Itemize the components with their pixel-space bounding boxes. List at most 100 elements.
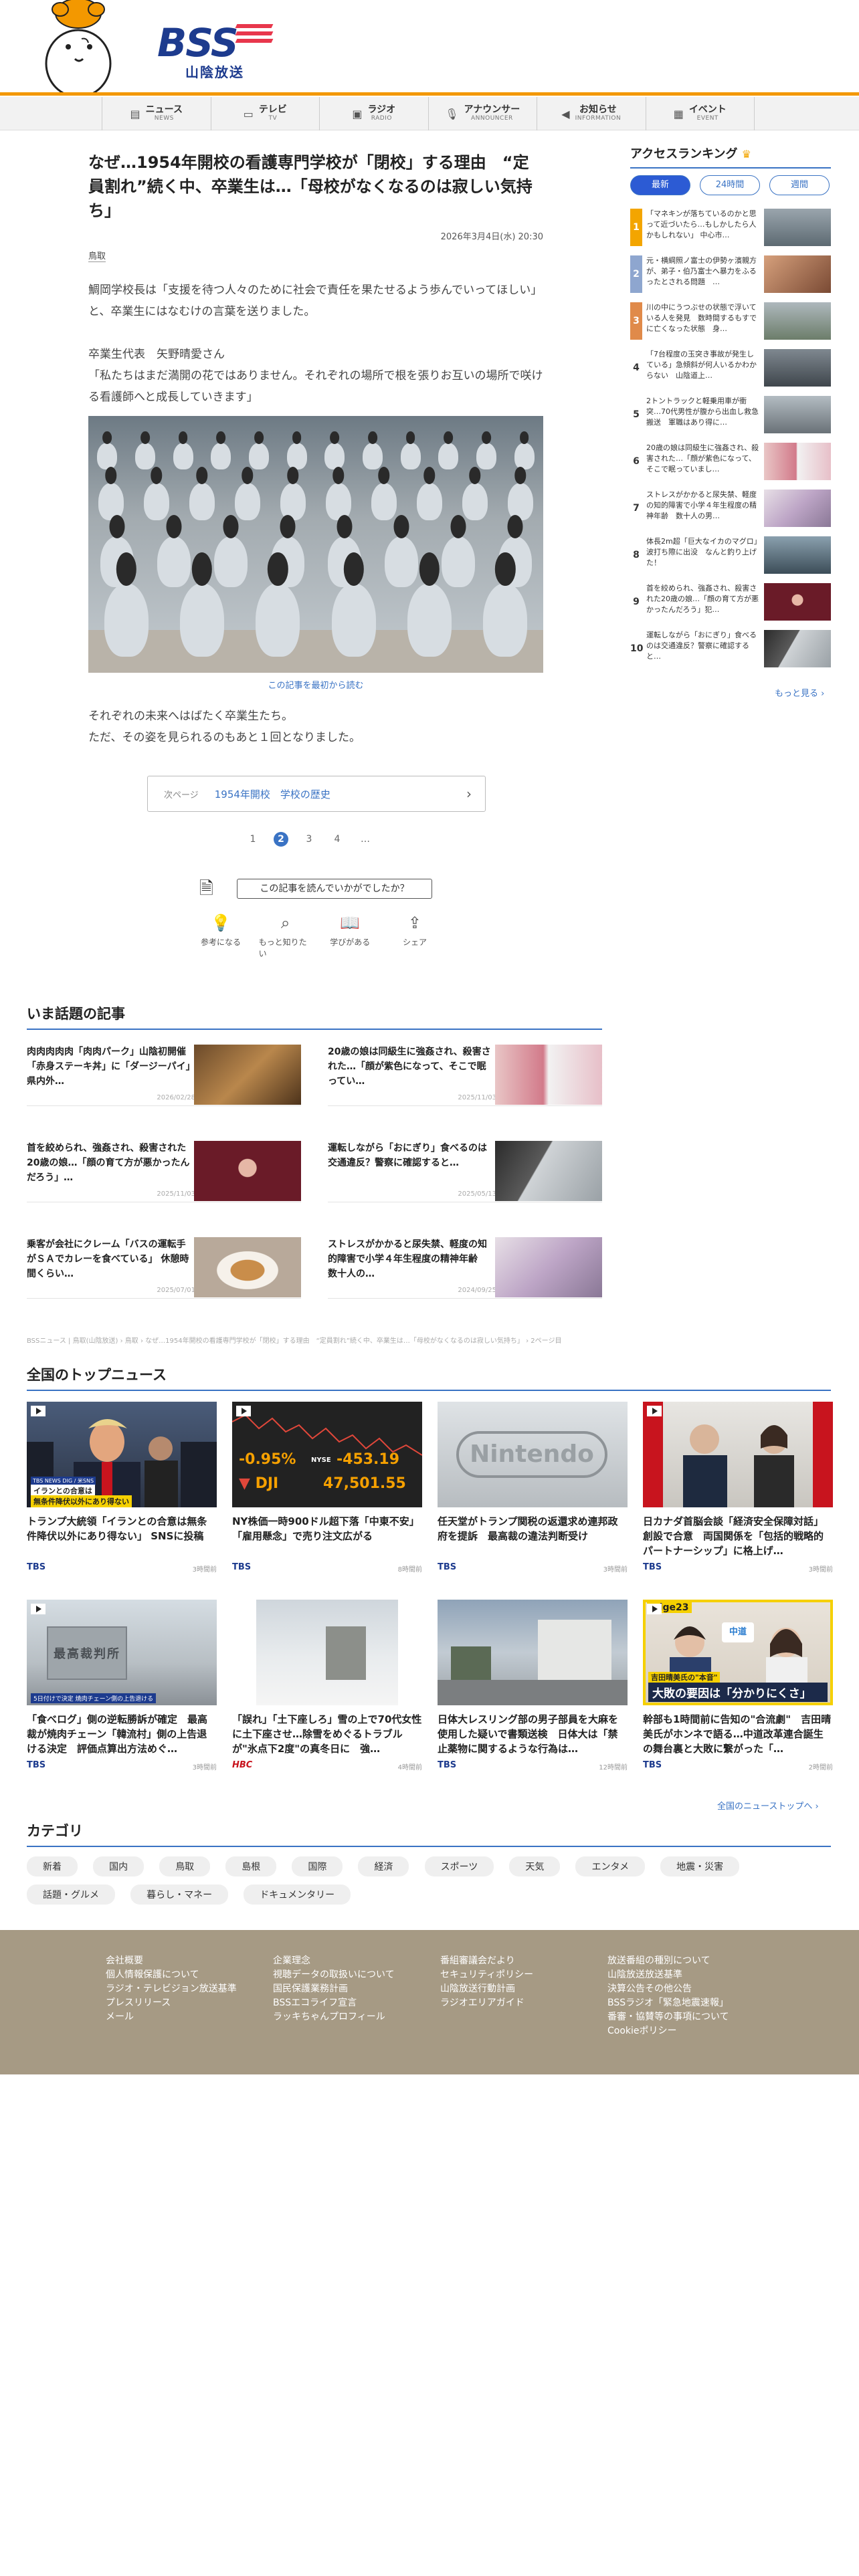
national-news-more-link[interactable]: 全国のニューストップへ › xyxy=(717,1799,819,1812)
ranking-item[interactable]: 3 川の中にうつぶせの状態で浮いている人を発見 数時間するもすでに亡くなった状態 … xyxy=(630,302,831,344)
category-chip[interactable]: 鳥取 xyxy=(159,1856,211,1876)
share-button[interactable]: ⇪ シェア xyxy=(388,914,442,959)
nav-item-news[interactable]: ▤ ニュース NEWS xyxy=(102,97,211,130)
footer-link[interactable]: Cookieポリシー xyxy=(607,2024,729,2038)
page-link-current[interactable]: 2 xyxy=(274,832,288,847)
national-news-heading: 全国のトップニュース xyxy=(27,1364,831,1391)
ranking-item[interactable]: 2 元・横綱照ノ富士の伊勢ヶ濱親方が、弟子・伯乃富士へ暴力をふるったとされる問題 … xyxy=(630,255,831,297)
document-check-icon: 🗎 xyxy=(199,879,213,899)
category-chip[interactable]: 島根 xyxy=(225,1856,277,1876)
page-link[interactable]: 3 xyxy=(302,832,316,847)
trending-item[interactable]: 肉肉肉肉肉「肉肉パーク」山陰初開催「赤身ステーキ丼」に「ダージーパイ」県内外… … xyxy=(27,1045,301,1106)
footer-link[interactable]: 国民保護業務計画 xyxy=(273,1982,395,1996)
next-page-button[interactable]: 次ページ 1954年開校 学校の歴史 › xyxy=(147,776,486,812)
nav-item-event[interactable]: ▦ イベント EVENT xyxy=(645,97,755,130)
ranking-title: ストレスがかかると尿失禁、軽度の知的障害で小学４年生程度の精神年齢 数十人の男… xyxy=(646,490,757,520)
category-chip[interactable]: スポーツ xyxy=(424,1856,494,1876)
footer-link[interactable]: ラジオ・テレビジョン放送基準 xyxy=(106,1982,237,1996)
footer-link[interactable]: 山陰放送放送基準 xyxy=(607,1968,729,1982)
nav-item-announcer[interactable]: 🎙 アナウンサー ANNOUNCER xyxy=(427,97,537,130)
leaders-photo-icon xyxy=(643,1402,833,1507)
nav-item-tv[interactable]: ▭ テレビ TV xyxy=(210,97,320,130)
category-chip[interactable]: ドキュメンタリー xyxy=(244,1885,351,1905)
nav-item-radio[interactable]: ▣ ラジオ RADIO xyxy=(319,97,428,130)
ranking-item[interactable]: 8 体長2m超「巨大なイカのマグロ」波打ち際に出没 なんと釣り上げた！ xyxy=(630,536,831,578)
trending-item[interactable]: 首を絞められ、強姦され、殺害された20歳の娘…「顔の育て方が悪かったんだろう」…… xyxy=(27,1141,301,1202)
category-chip[interactable]: エンタメ xyxy=(575,1856,646,1876)
ranking-number: 1 xyxy=(630,209,642,246)
ranking-number: 7 xyxy=(633,503,640,514)
ranking-item[interactable]: 5 2トントラックと軽乗用車が衝突…70代男性が腹から出血し救急搬送 軍職はあり得… xyxy=(630,396,831,437)
news-title: NY株価一時900ドル超下落「中東不安」「雇用懸念」で売り注文広がる xyxy=(232,1515,419,1542)
trending-item[interactable]: 20歳の娘は同級生に強姦され、殺害された…「顔が紫色になって、そこで眠ってい… … xyxy=(328,1045,602,1106)
ranking-title: 20歳の娘は同級生に強姦され、殺害された…「顔が紫色になって、そこで眠っていまし… xyxy=(646,443,759,473)
news-card[interactable]: 日体大レスリング部の男子部員を大麻を使用した疑いで書類送検 日体大は「禁止薬物に… xyxy=(438,1600,628,1772)
article-paragraph: 卒業生代表 矢野晴愛さん xyxy=(88,348,225,361)
footer-link[interactable]: 放送番組の種別について xyxy=(607,1954,729,1968)
footer-link[interactable]: メール xyxy=(106,2010,237,2024)
trending-item[interactable]: ストレスがかかると尿失禁、軽度の知的障害で小学４年生程度の精神年齢 数十人の… … xyxy=(328,1237,602,1299)
tab-weekly[interactable]: 週間 xyxy=(769,175,830,195)
footer-link[interactable]: 個人情報保護について xyxy=(106,1968,237,1982)
category-chip[interactable]: 国内 xyxy=(93,1856,145,1876)
footer-link[interactable]: 山陰放送行動計画 xyxy=(440,1982,533,1996)
reaction-learning-button[interactable]: 📖 学びがある xyxy=(323,914,377,959)
bss-logo[interactable]: BSS 山陰放送 xyxy=(157,20,278,80)
news-card[interactable]: 最高裁判所 5日付けで決定 焼肉チェーン側の上告退ける 「食べログ」側の逆転勝訴… xyxy=(27,1600,217,1772)
footer-link[interactable]: BSSラジオ「緊急地震速報」 xyxy=(607,1996,729,2010)
reaction-know-more-button[interactable]: ⌕ もっと知りたい xyxy=(259,914,312,959)
tab-latest[interactable]: 最新 xyxy=(630,175,690,195)
news-card[interactable]: TBS NEWS DIG / 米SNS イランとの合意は 無条件降伏以外にあり得… xyxy=(27,1402,217,1574)
ranking-item[interactable]: 1 「マネキンが落ちているのかと思って近づいたら…もしかしたら人かもしれない」 中… xyxy=(630,209,831,250)
footer-link[interactable]: 企業理念 xyxy=(273,1954,395,1968)
reaction-helpful-button[interactable]: 💡 参考になる xyxy=(194,914,248,959)
trending-date: 2025/11/03 xyxy=(157,1190,195,1198)
read-from-top-link[interactable]: この記事を最初から読む xyxy=(88,678,543,691)
footer-link[interactable]: 視聴データの取扱いについて xyxy=(273,1968,395,1982)
tab-24h[interactable]: 24時間 xyxy=(700,175,760,195)
news-card[interactable]: Nintendo 任天堂がトランプ関税の返還求め連邦政府を提訴 最高裁の違法判断… xyxy=(438,1402,628,1574)
footer-link[interactable]: セキュリティポリシー xyxy=(440,1968,533,1982)
category-chip[interactable]: 暮らし・マネー xyxy=(130,1885,229,1905)
category-chip[interactable]: 新着 xyxy=(27,1856,78,1876)
category-chip[interactable]: 天気 xyxy=(509,1856,561,1876)
article-category[interactable]: 鳥取 xyxy=(88,249,106,262)
ranking-title: 首を絞められ、強姦され、殺害された20歳の娘…「顔の育て方が悪かったんだろう」犯… xyxy=(646,584,759,614)
nav-sublabel: RADIO xyxy=(371,114,392,122)
ranking-item[interactable]: 10 運転しながら「おにぎり」食べるのは交通違反？警察に確認すると… xyxy=(630,630,831,671)
ranking-item[interactable]: 4 「7台程度の玉突き事故が発生している」急傾斜が何人いるかわからない 山陰道上… xyxy=(630,349,831,391)
ranking-item[interactable]: 9 首を絞められ、強姦され、殺害された20歳の娘…「顔の育て方が悪かったんだろう」… xyxy=(630,583,831,625)
nav-item-information[interactable]: ◀ お知らせ INFORMATION xyxy=(537,97,646,130)
footer-link[interactable]: ラジオエリアガイド xyxy=(440,1996,533,2010)
footer-link[interactable]: 決算公告その他公告 xyxy=(607,1982,729,1996)
footer-link[interactable]: 番審・協賛等の事項について xyxy=(607,2010,729,2024)
breadcrumb[interactable]: BSSニュース | 鳥取(山陰放送) › 鳥取 › なぜ…1954年開校の看護専… xyxy=(27,1335,656,1345)
category-chip[interactable]: 話題・グルメ xyxy=(27,1885,115,1905)
news-card[interactable]: -0.95% NYSE -453.19 ▼ DJI 47,501.55 NY株価… xyxy=(232,1402,422,1574)
chevron-right-icon: › xyxy=(466,786,472,802)
footer-link[interactable]: 番組審議会だより xyxy=(440,1954,533,1968)
page-link[interactable]: 1 xyxy=(246,832,260,847)
stock-value: 47,501.55 xyxy=(323,1475,406,1492)
category-chip[interactable]: 国際 xyxy=(292,1856,343,1876)
footer-link[interactable]: プレスリリース xyxy=(106,1996,237,2010)
news-card[interactable]: 「誤れ」「土下座しろ」雪の上で70代女性に土下座させ…除雪をめぐるトラブルが"氷… xyxy=(232,1600,422,1772)
category-chip[interactable]: 地震・災害 xyxy=(660,1856,740,1876)
trending-item[interactable]: 運転しながら「おにぎり」食べるのは交通違反？警察に確認すると… 2025/05/… xyxy=(328,1141,602,1202)
footer-link[interactable]: BSSエコライフ宣言 xyxy=(273,1996,395,2010)
trending-title: 運転しながら「おにぎり」食べるのは交通違反？警察に確認すると… xyxy=(328,1143,487,1168)
page-link[interactable]: 4 xyxy=(330,832,345,847)
page-ellipsis: … xyxy=(361,834,370,845)
footer-link[interactable]: 会社概要 xyxy=(106,1954,237,1968)
trending-item[interactable]: 乗客が会社にクレーム「バスの運転手がＳＡでカレーを食べている」 休憩時間くらい…… xyxy=(27,1237,301,1299)
category-chip[interactable]: 経済 xyxy=(358,1856,409,1876)
news-card[interactable]: edge23 中道 吉田晴美氏の"本音" 大敗の要因は「分かりにくさ」 幹部も1… xyxy=(643,1600,833,1772)
footer-link[interactable]: ラッキちゃんプロフィール xyxy=(273,2010,395,2024)
mascot-logo-icon[interactable] xyxy=(41,0,115,94)
stock-index-label: NYSE xyxy=(311,1457,331,1464)
ranking-item[interactable]: 6 20歳の娘は同級生に強姦され、殺害された…「顔が紫色になって、そこで眠っていま… xyxy=(630,443,831,484)
news-card[interactable]: 日カナダ首脳会談「経済安全保障対話」創設で合意 両国関係を「包括的戦略的パートナ… xyxy=(643,1402,833,1574)
next-page-key: 次ページ xyxy=(164,790,199,800)
ranking-item[interactable]: 7 ストレスがかかると尿失禁、軽度の知的障害で小学４年生程度の精神年齢 数十人の男… xyxy=(630,490,831,531)
ranking-more-link[interactable]: もっと見る › xyxy=(775,686,824,699)
